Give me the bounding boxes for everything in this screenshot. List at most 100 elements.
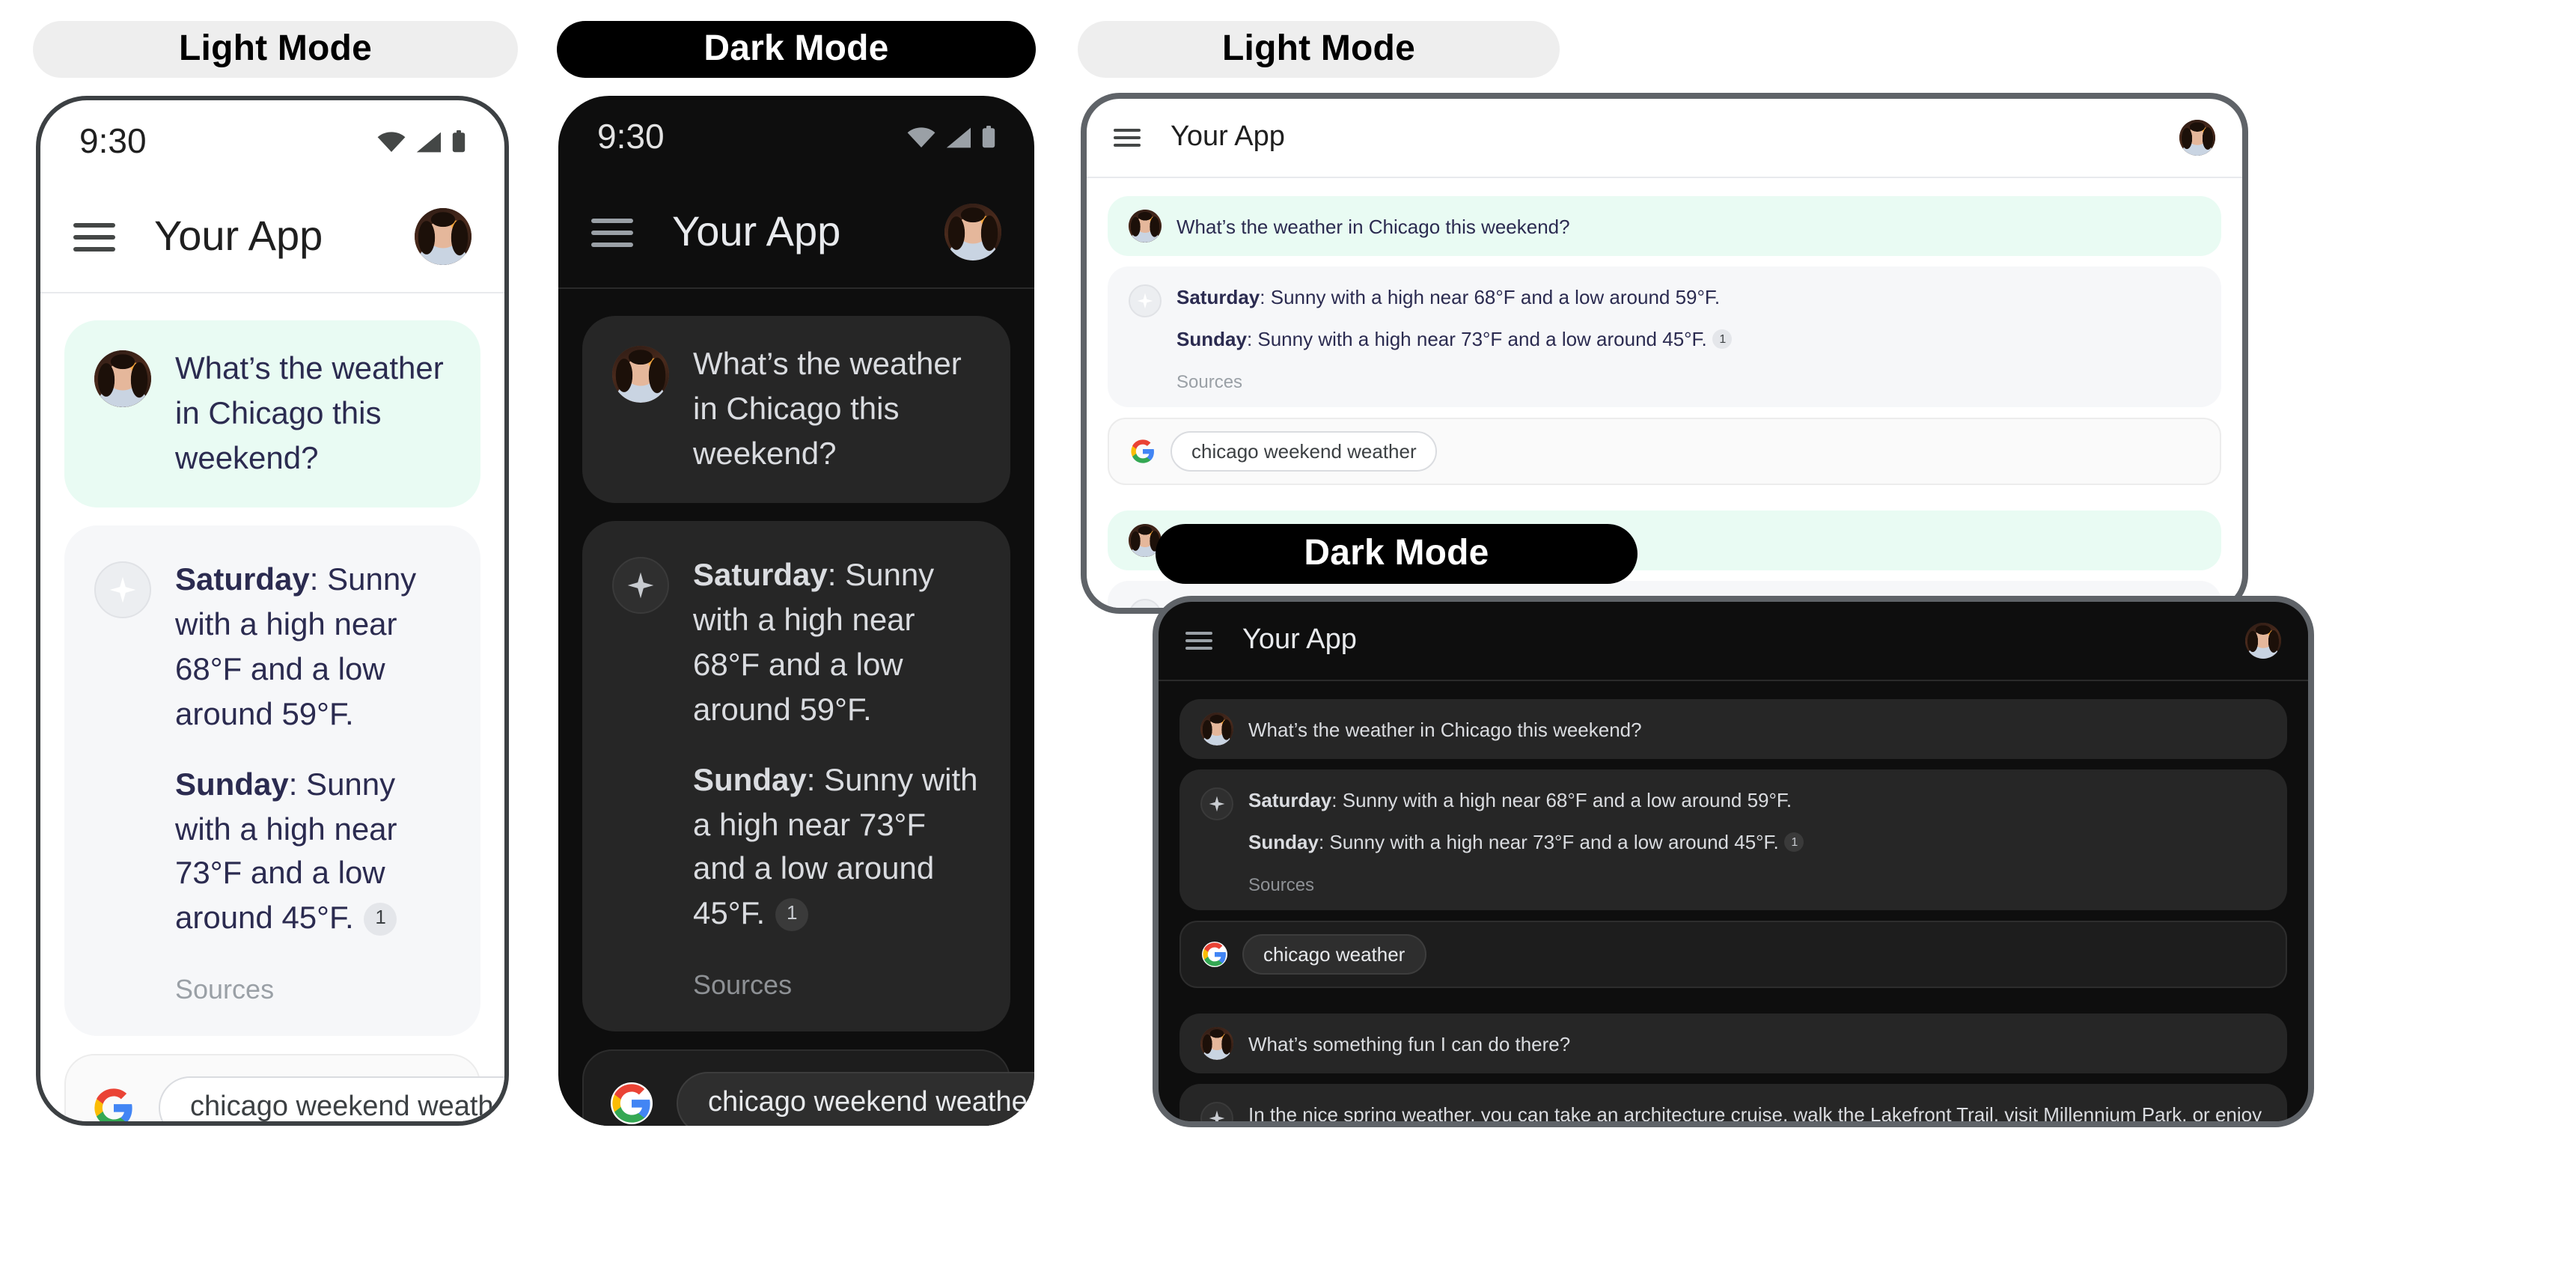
ai-message-text: Saturday: Sunny with a high near 68°F an… (1248, 787, 2266, 857)
device-phone-light: 9:30 Your App What’s the weather in Chic… (36, 96, 509, 1126)
ai-message-text: Saturday: Sunny with a high near 68°F an… (693, 555, 980, 937)
weather-forecast-saturday: : Sunny with a high near 68°F and a low … (1331, 789, 1792, 811)
user-avatar (1200, 713, 1233, 746)
user-message-bubble[interactable]: What’s the weather in Chicago this weeke… (1179, 699, 2287, 759)
citation-badge[interactable]: 1 (1784, 832, 1804, 852)
user-message-text: What’s the weather in Chicago this weeke… (175, 352, 444, 476)
status-icons (377, 129, 466, 152)
weather-day-label-sunday: Sunday (1248, 830, 1319, 853)
status-time: 9:30 (79, 121, 147, 159)
status-icons (907, 125, 995, 147)
user-avatar (94, 350, 151, 407)
app-title: Your App (1242, 624, 1357, 656)
device-tablet-dark: Your App What’s the weather in Chicago t… (1153, 596, 2314, 1127)
wifi-icon (377, 131, 406, 151)
search-suggestion-row: chicago weekend weather (582, 1049, 1034, 1126)
citation-badge[interactable]: 1 (1712, 329, 1733, 349)
weather-day-label-saturday: Saturday (693, 558, 828, 594)
hamburger-menu-icon[interactable] (1114, 127, 1141, 148)
ai-message-text: Saturday: Sunny with a high near 68°F an… (1176, 284, 2200, 354)
status-bar: 9:30 (558, 96, 1034, 177)
sparkle-icon (94, 561, 151, 619)
user-message-text: What’s something fun I can do there? (1248, 1032, 1571, 1055)
hamburger-menu-icon[interactable] (1185, 630, 1212, 651)
conversation-list: What’s the weather in Chicago this weeke… (1159, 681, 2308, 1126)
cell-signal-icon (416, 131, 441, 152)
app-bar: Your App (1087, 99, 2242, 177)
avatar[interactable] (415, 208, 471, 265)
user-message-text: What’s the weather in Chicago this weeke… (693, 347, 962, 472)
search-suggestion-row: chicago weekend weather (1108, 417, 2221, 485)
hamburger-menu-icon[interactable] (73, 220, 115, 253)
ai-message-text: Saturday: Sunny with a high near 68°F an… (175, 559, 451, 942)
weather-day-label-saturday: Saturday (1176, 286, 1260, 308)
search-suggestion-row: chicago weather (1179, 920, 2287, 988)
search-chip[interactable]: chicago weekend weather (159, 1076, 504, 1121)
status-time: 9:30 (597, 116, 665, 155)
mode-label-phone-light: Light Mode (33, 21, 518, 78)
sources-label[interactable]: Sources (175, 975, 451, 1006)
app-title: Your App (154, 213, 323, 259)
mode-label-phone-dark: Dark Mode (557, 21, 1036, 78)
google-logo-icon (1130, 438, 1156, 463)
wifi-icon (907, 127, 936, 147)
sources-label[interactable]: Sources (693, 970, 980, 1002)
user-avatar (1200, 1026, 1233, 1060)
app-bar: Your App (40, 181, 504, 292)
ai-message-text: In the nice spring weather, you can take… (1248, 1101, 2266, 1126)
user-message-text: What’s the weather in Chicago this weeke… (1176, 216, 1570, 238)
battery-icon (452, 129, 466, 152)
device-phone-dark: 9:30 Your App What’s the weather in Chic… (558, 96, 1034, 1126)
user-avatar (1129, 210, 1162, 243)
weather-forecast-sunday: : Sunny with a high near 73°F and a low … (1246, 327, 1707, 350)
user-avatar (612, 346, 669, 403)
sparkle-icon (612, 557, 669, 615)
app-bar: Your App (1159, 602, 2308, 680)
user-message-bubble[interactable]: What’s the weather in Chicago this weeke… (1108, 196, 2221, 256)
app-title: Your App (672, 208, 841, 254)
google-logo-icon (1202, 941, 1227, 967)
weather-day-label-sunday: Sunday (693, 763, 807, 798)
avatar[interactable] (2179, 120, 2215, 156)
battery-icon (982, 125, 995, 147)
conversation-list: What’s the weather in Chicago this weeke… (40, 293, 504, 1121)
ai-message-bubble[interactable]: In the nice spring weather, you can take… (1179, 1083, 2287, 1126)
user-message-text: What’s the weather in Chicago this weeke… (1248, 719, 1642, 741)
user-message-bubble[interactable]: What’s the weather in Chicago this weeke… (582, 316, 1010, 504)
weather-day-label-saturday: Saturday (1248, 789, 1332, 811)
user-message-bubble[interactable]: What’s the weather in Chicago this weeke… (64, 320, 480, 508)
hamburger-menu-icon[interactable] (591, 216, 633, 249)
user-message-bubble[interactable]: What’s something fun I can do there? (1179, 1013, 2287, 1073)
mode-label-tablet-dark: Dark Mode (1156, 524, 1638, 584)
app-bar: Your App (558, 177, 1034, 287)
conversation-list: What’s the weather in Chicago this weeke… (558, 289, 1034, 1126)
avatar[interactable] (944, 204, 1001, 260)
ai-message-bubble[interactable]: Saturday: Sunny with a high near 68°F an… (64, 525, 480, 1036)
sparkle-icon (1129, 284, 1162, 317)
search-chip[interactable]: chicago weekend weather (1171, 430, 1438, 472)
app-title: Your App (1171, 121, 1285, 153)
weather-day-label-saturday: Saturday (175, 563, 310, 598)
mode-label-text: Light Mode (179, 28, 372, 69)
screenshot-stage: Light Mode 9:30 Your App What’s the weat… (0, 0, 2576, 1265)
mode-label-text: Dark Mode (703, 28, 889, 69)
citation-badge[interactable]: 1 (364, 902, 397, 936)
ai-message-bubble[interactable]: Saturday: Sunny with a high near 68°F an… (582, 521, 1010, 1031)
ai-answer-text: In the nice spring weather, you can take… (1248, 1103, 2262, 1126)
weather-day-label-sunday: Sunday (175, 767, 289, 802)
sparkle-icon (1200, 1101, 1233, 1121)
search-chip[interactable]: chicago weekend weather (677, 1071, 1034, 1126)
sparkle-icon (1200, 787, 1233, 820)
google-logo-icon (611, 1082, 653, 1124)
search-chip[interactable]: chicago weather (1242, 933, 1426, 975)
search-suggestion-row: chicago weekend weather (64, 1053, 504, 1121)
sources-label[interactable]: Sources (1176, 371, 2200, 391)
status-bar: 9:30 (40, 100, 504, 181)
weather-forecast-saturday: : Sunny with a high near 68°F and a low … (1260, 286, 1721, 308)
avatar[interactable] (2245, 623, 2281, 659)
ai-message-bubble[interactable]: Saturday: Sunny with a high near 68°F an… (1179, 769, 2287, 910)
sources-label[interactable]: Sources (1248, 874, 2266, 894)
ai-message-bubble[interactable]: Saturday: Sunny with a high near 68°F an… (1108, 266, 2221, 407)
citation-badge[interactable]: 1 (775, 897, 809, 931)
weather-day-label-sunday: Sunday (1176, 327, 1247, 350)
